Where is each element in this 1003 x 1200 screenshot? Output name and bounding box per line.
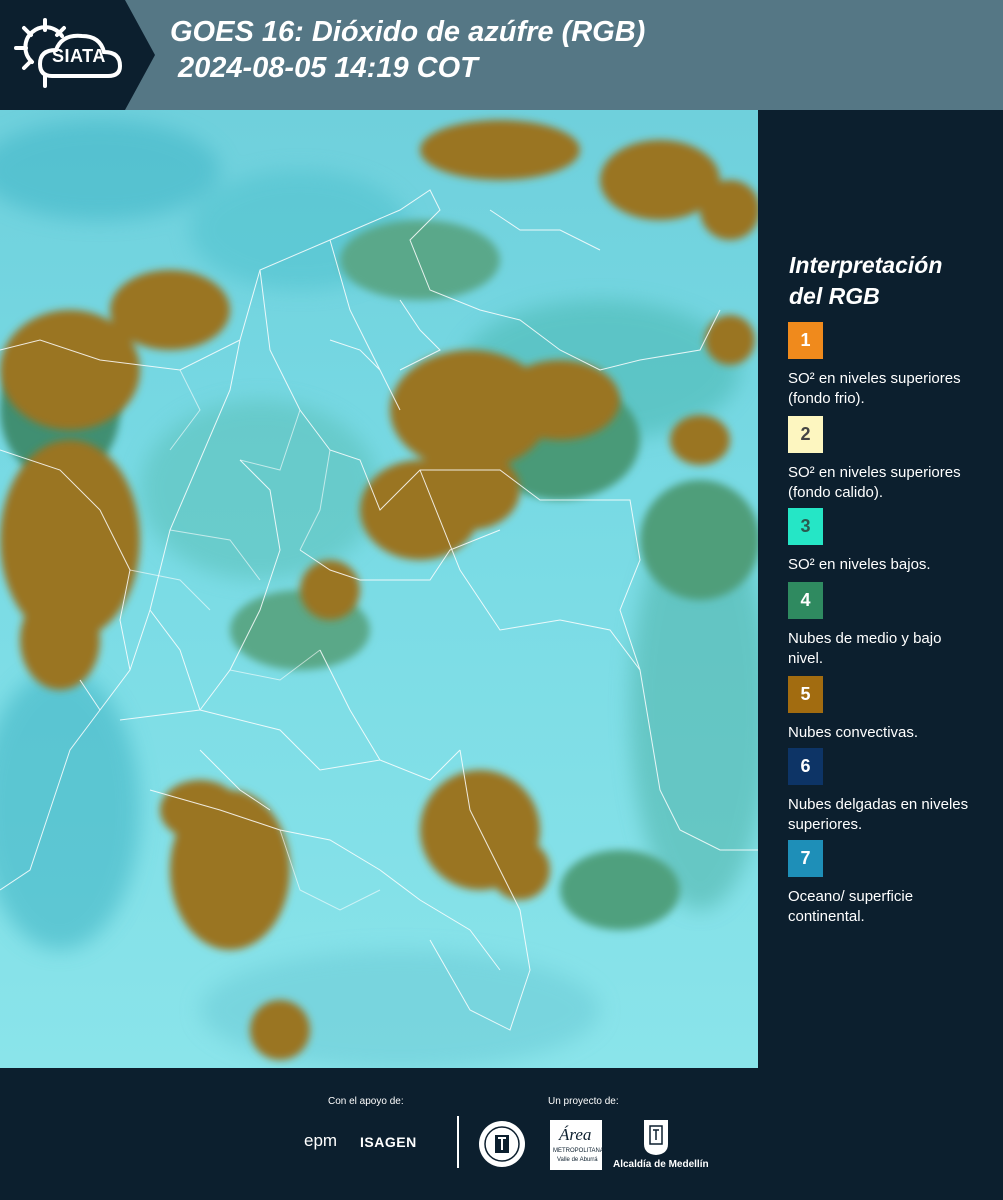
area-logo-main: Área bbox=[559, 1125, 592, 1144]
area-logo-sub2: Valle de Aburrá bbox=[557, 1157, 598, 1163]
title-line-1: GOES 16: Dióxido de azúfre (RGB) bbox=[170, 16, 646, 48]
legend-swatch: 7 bbox=[788, 840, 823, 877]
legend-swatch: 3 bbox=[788, 508, 823, 545]
legend-item-7: 7 Oceano/ superficie continental. bbox=[788, 840, 973, 927]
legend-label: Oceano/ superficie continental. bbox=[788, 888, 914, 925]
legend-item-5: 5 Nubes convectivas. bbox=[788, 676, 973, 743]
legend-item-3: 3 SO² en niveles bajos. bbox=[788, 508, 973, 575]
alcaldia-shield-icon bbox=[644, 1120, 668, 1155]
siata-logo: SIATA bbox=[0, 0, 155, 110]
page-title: GOES 16: Dióxido de azúfre (RGB) 2024-08… bbox=[170, 14, 645, 86]
legend-item-1: 1 SO² en niveles superiores (fondo frio)… bbox=[788, 322, 973, 409]
legend-swatch: 5 bbox=[788, 676, 823, 713]
legend-label: Nubes delgadas en niveles superiores. bbox=[788, 796, 969, 833]
satellite-map[interactable] bbox=[0, 110, 758, 1068]
legend-swatch: 4 bbox=[788, 582, 823, 619]
legend-label: SO² en niveles superiores (fondo frio). bbox=[788, 370, 961, 407]
alcaldia-label: Alcaldía de Medellín bbox=[613, 1159, 709, 1170]
legend-label: SO² en niveles superiores (fondo calido)… bbox=[788, 464, 961, 501]
legend-label: Nubes convectivas. bbox=[788, 724, 919, 741]
legend-swatch: 1 bbox=[788, 322, 823, 359]
legend-swatch: 6 bbox=[788, 748, 823, 785]
footer: Con el apoyo de: Un proyecto de: epm ISA… bbox=[0, 1068, 1003, 1200]
footer-divider bbox=[457, 1116, 459, 1168]
support-label: Con el apoyo de: bbox=[328, 1096, 404, 1107]
project-label: Un proyecto de: bbox=[548, 1096, 619, 1107]
legend-item-6: 6 Nubes delgadas en niveles superiores. bbox=[788, 748, 973, 835]
legend-title-line-2: del RGB bbox=[789, 283, 880, 309]
legend-label: SO² en niveles bajos. bbox=[788, 556, 931, 573]
logo-text: SIATA bbox=[52, 46, 106, 66]
legend-label: Nubes de medio y bajo nivel. bbox=[788, 630, 942, 667]
satellite-image bbox=[0, 120, 758, 1068]
legend-item-2: 2 SO² en niveles superiores (fondo calid… bbox=[788, 416, 973, 503]
area-logo-sub1: METROPOLITANA bbox=[553, 1148, 604, 1154]
medellin-seal-icon bbox=[479, 1121, 525, 1167]
legend-title: Interpretación del RGB bbox=[789, 250, 942, 312]
isagen-logo: ISAGEN bbox=[360, 1134, 417, 1150]
legend-swatch: 2 bbox=[788, 416, 823, 453]
header-bar: SIATA GOES 16: Dióxido de azúfre (RGB) 2… bbox=[0, 0, 1003, 110]
title-line-2: 2024-08-05 14:19 COT bbox=[178, 52, 478, 84]
legend-title-line-1: Interpretación bbox=[789, 252, 943, 278]
epm-logo: epm bbox=[304, 1131, 338, 1150]
legend-item-4: 4 Nubes de medio y bajo nivel. bbox=[788, 582, 973, 669]
area-metropolitana-logo: Área METROPOLITANA Valle de Aburrá bbox=[550, 1120, 604, 1170]
